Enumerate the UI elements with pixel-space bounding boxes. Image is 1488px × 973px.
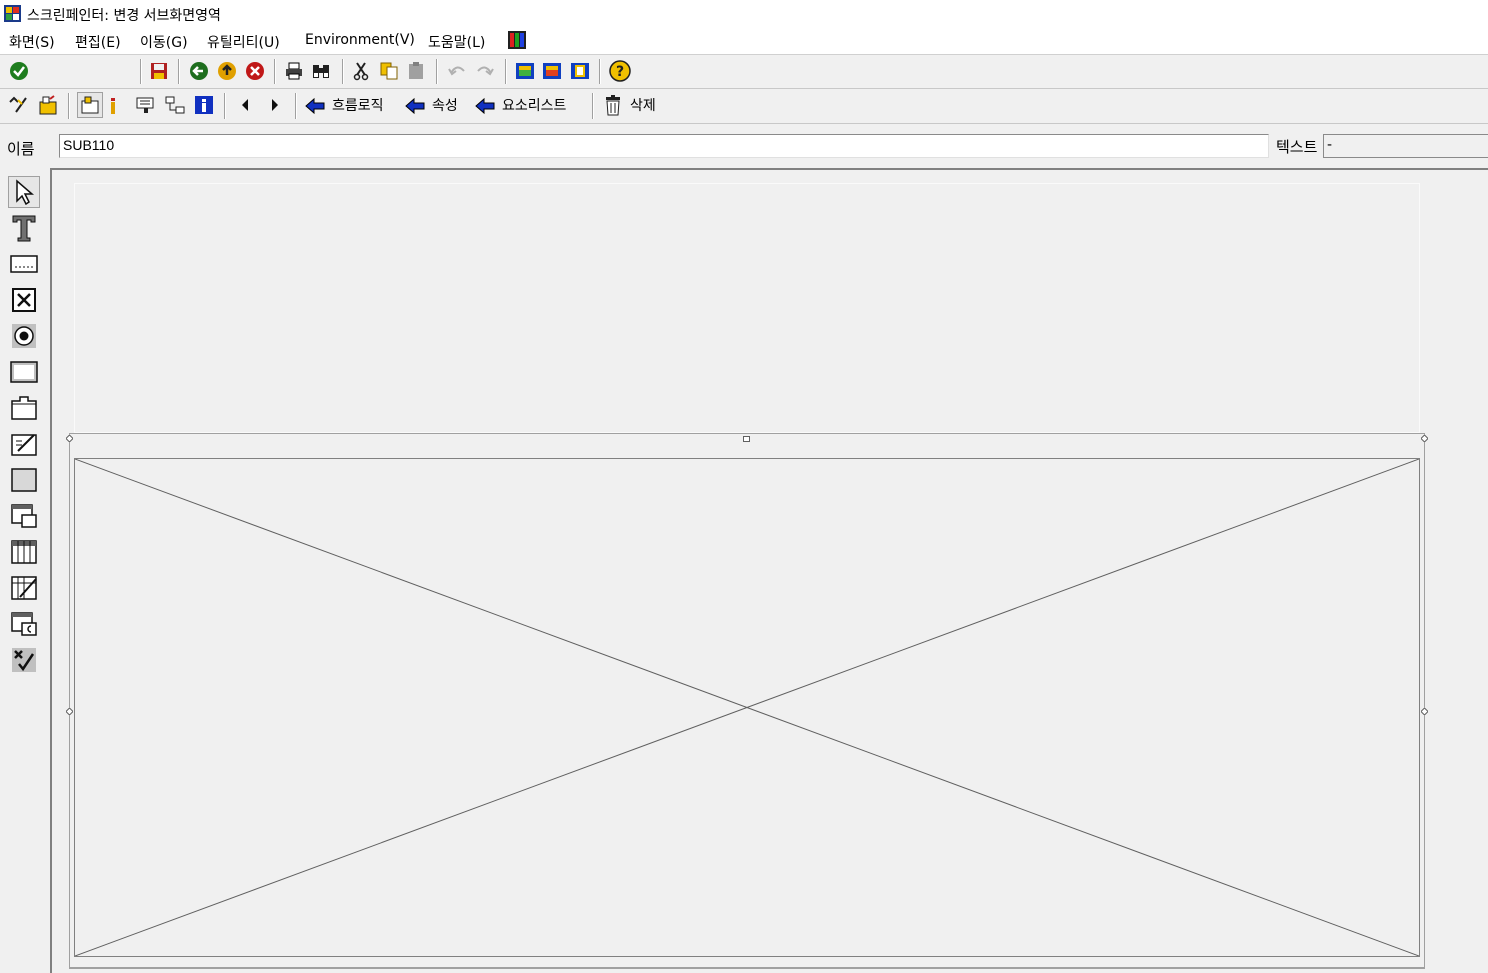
save-icon[interactable] (148, 60, 170, 82)
box-tool-icon[interactable] (8, 464, 40, 496)
redo-icon (474, 60, 496, 82)
subscreen-tool-icon[interactable] (8, 500, 40, 532)
table-wizard-icon[interactable] (8, 572, 40, 604)
resize-handle-top-middle[interactable] (743, 431, 750, 442)
radio-button-tool-icon[interactable] (8, 320, 40, 352)
hierarchy-icon[interactable] (164, 94, 186, 116)
print-icon[interactable] (283, 60, 305, 82)
resize-handle-top-right[interactable] (1420, 430, 1429, 443)
field-marker-icon[interactable] (106, 94, 120, 116)
paste-icon (405, 60, 427, 82)
name-field[interactable]: SUB110 (59, 134, 1269, 158)
status-icon-tool-icon[interactable] (8, 644, 40, 676)
element-list-arrow-icon[interactable] (474, 95, 496, 117)
title-bar: 스크린페인터: 변경 서브화면영역 (0, 0, 1488, 28)
back-icon[interactable] (188, 60, 210, 82)
menu-bar: 화면(S) 편집(E) 이동(G) 유틸리티(U) Environment(V)… (0, 28, 1488, 55)
layout-window-yellow-icon[interactable] (569, 60, 591, 82)
screen-area (74, 183, 1420, 433)
tabstrip-wizard-icon[interactable] (8, 428, 40, 460)
previous-icon[interactable] (234, 94, 256, 116)
menu-goto[interactable]: 이동(G) (140, 32, 188, 52)
menu-help[interactable]: 도움말(L) (428, 32, 485, 52)
text-field-tool-icon[interactable] (8, 212, 40, 244)
attributes-button[interactable]: 속성 (432, 95, 458, 115)
table-control-tool-icon[interactable] (8, 536, 40, 568)
custom-control-tool-icon[interactable] (8, 608, 40, 640)
trash-icon[interactable] (602, 94, 624, 116)
resize-handle-right-middle[interactable] (1420, 703, 1429, 716)
info-icon[interactable] (193, 94, 215, 116)
copy-icon[interactable] (378, 60, 400, 82)
canvas-bottom-line (69, 967, 1425, 968)
activate-icon[interactable] (37, 94, 59, 116)
cut-icon[interactable] (350, 60, 372, 82)
text-field[interactable]: - (1323, 134, 1488, 158)
standard-toolbar: ? (0, 55, 1488, 139)
screen-painter-toolbar: 흐름로직 속성 요소리스트 삭제 (0, 89, 1488, 124)
cancel-icon[interactable] (244, 60, 266, 82)
input-field-tool-icon[interactable] (8, 248, 40, 280)
help-icon[interactable]: ? (609, 60, 631, 82)
menu-utilities[interactable]: 유틸리티(U) (207, 32, 280, 52)
menu-screen[interactable]: 화면(S) (9, 32, 55, 52)
checkbox-tool-icon[interactable] (8, 284, 40, 316)
dictionary-fields-icon[interactable] (135, 94, 157, 116)
name-label: 이름 (7, 140, 35, 158)
element-list-button[interactable]: 요소리스트 (502, 95, 566, 115)
resize-handle-top-left[interactable] (65, 430, 74, 443)
subscreen-area-placeholder[interactable] (74, 458, 1420, 957)
select-pointer-icon[interactable] (8, 176, 40, 208)
tabstrip-tool-icon[interactable] (8, 392, 40, 424)
menu-edit[interactable]: 편집(E) (75, 32, 121, 52)
menu-environment[interactable]: Environment(V) (305, 32, 415, 48)
exit-icon[interactable] (216, 60, 238, 82)
pushbutton-tool-icon[interactable] (8, 356, 40, 388)
window-title: 스크린페인터: 변경 서브화면영역 (27, 8, 221, 24)
resize-handle-left-middle[interactable] (65, 703, 74, 716)
find-icon[interactable] (310, 60, 332, 82)
next-icon[interactable] (264, 94, 286, 116)
svg-text:?: ? (616, 64, 624, 80)
element-palette (0, 168, 52, 973)
layout-window-red-icon[interactable] (541, 60, 563, 82)
undo-icon (446, 60, 468, 82)
delete-button[interactable]: 삭제 (630, 95, 656, 115)
attributes-arrow-icon[interactable] (404, 95, 426, 117)
layout-mode-toggle-icon[interactable] (77, 92, 103, 118)
flow-logic-button[interactable]: 흐름로직 (332, 95, 384, 115)
customize-layout-icon[interactable] (507, 30, 527, 50)
layout-window-blue-icon[interactable] (514, 60, 536, 82)
check-syntax-icon[interactable] (8, 94, 30, 116)
flow-logic-arrow-icon[interactable] (304, 95, 326, 117)
app-icon (4, 5, 21, 22)
text-label: 텍스트 (1276, 138, 1318, 156)
enter-check-icon[interactable] (8, 60, 30, 82)
